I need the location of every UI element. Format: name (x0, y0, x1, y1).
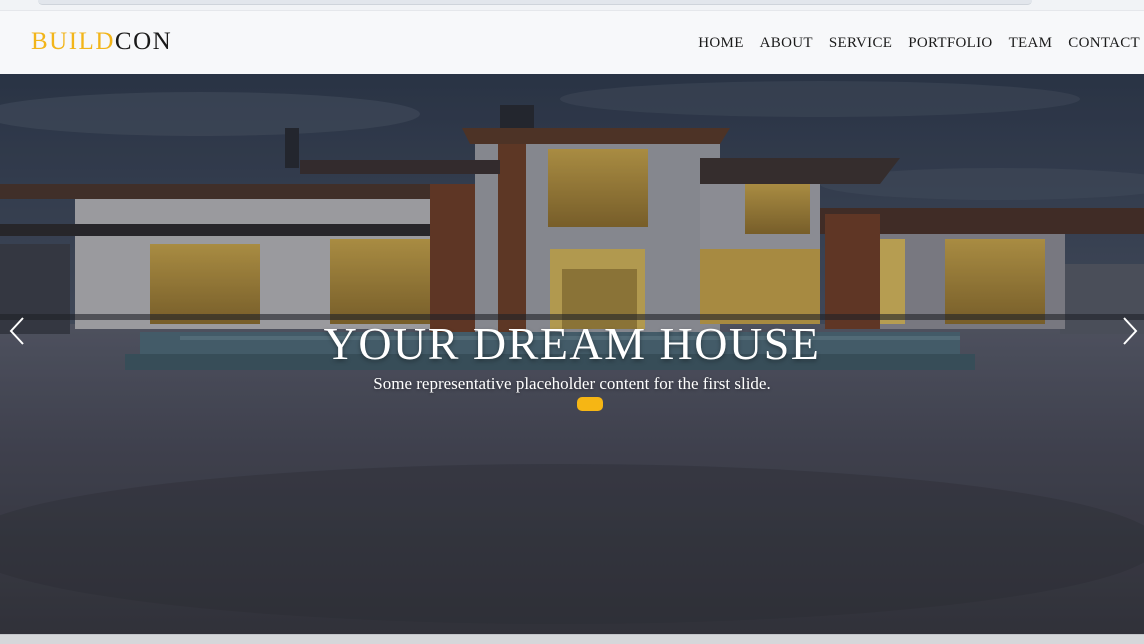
carousel-prev-button[interactable] (4, 316, 34, 346)
nav-links: HOME ABOUT SERVICE PORTFOLIO TEAM CONTAC… (698, 33, 1140, 53)
brand-accent-text: BUILD (31, 28, 115, 55)
nav-link-team[interactable]: TEAM (1009, 33, 1053, 53)
nav-link-portfolio[interactable]: PORTFOLIO (908, 33, 992, 53)
carousel-indicator-active[interactable] (577, 397, 603, 411)
nav-link-about[interactable]: ABOUT (760, 33, 813, 53)
browser-top-strip (0, 0, 1144, 10)
brand-rest-text: CON (114, 28, 173, 55)
nav-link-service[interactable]: SERVICE (829, 33, 892, 53)
chevron-right-icon (1123, 317, 1138, 345)
nav-link-contact[interactable]: CONTACT (1068, 33, 1140, 53)
chevron-left-icon (9, 317, 24, 345)
navbar: BUILDCON HOME ABOUT SERVICE PORTFOLIO TE… (0, 10, 1144, 74)
browser-address-bar[interactable] (38, 0, 1032, 5)
hero-carousel: YOUR DREAM HOUSE Some representative pla… (0, 74, 1144, 634)
nav-link-home[interactable]: HOME (698, 33, 743, 53)
hero-title: YOUR DREAM HOUSE (323, 318, 821, 369)
hero-caption: YOUR DREAM HOUSE Some representative pla… (0, 318, 1144, 395)
page-bottom-edge (0, 634, 1144, 644)
hero-subtitle: Some representative placeholder content … (373, 374, 771, 393)
carousel-next-button[interactable] (1116, 316, 1144, 346)
brand-logo[interactable]: BUILDCON (31, 27, 172, 57)
